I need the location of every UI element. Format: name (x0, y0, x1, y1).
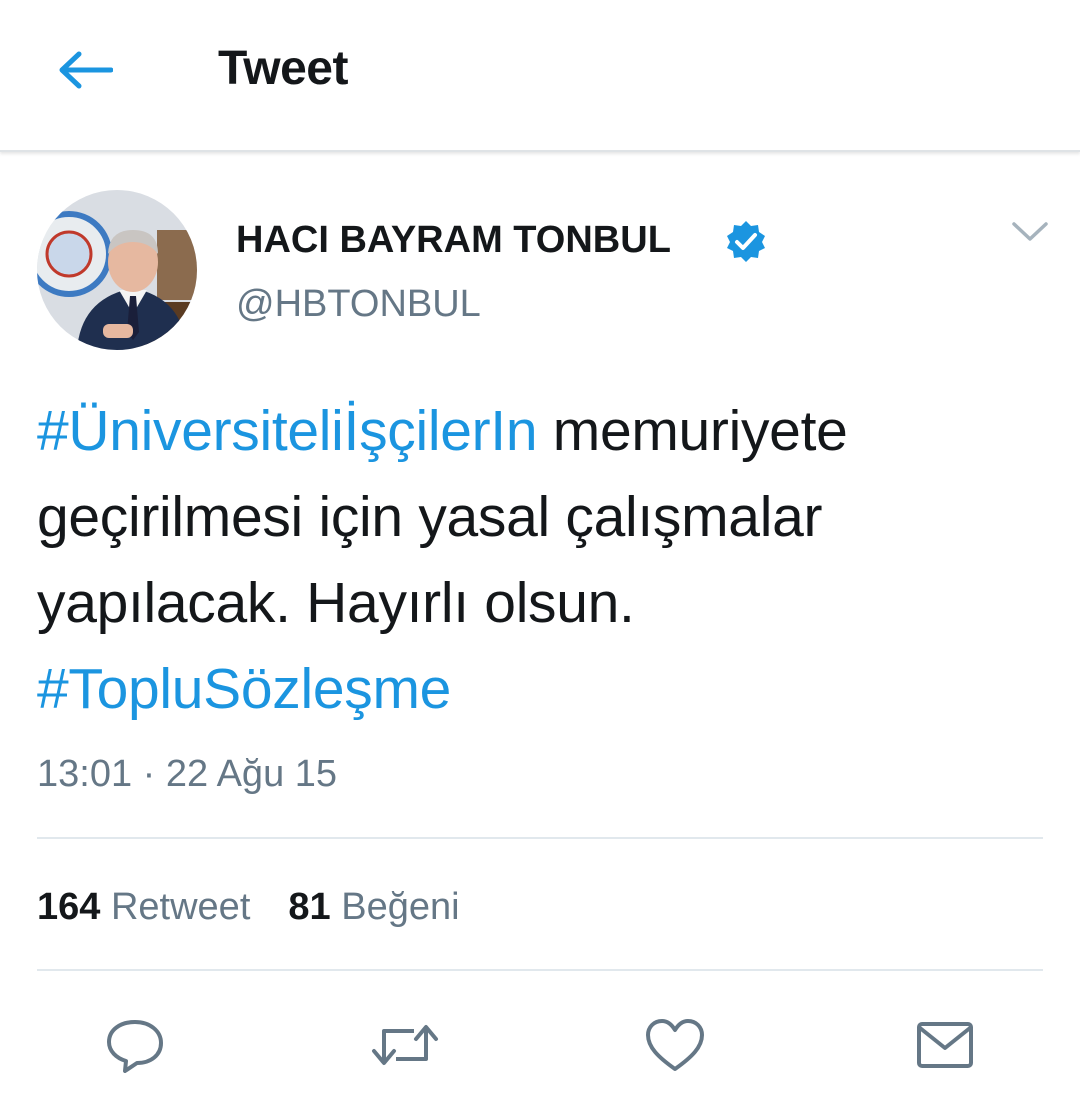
verified-badge-icon (727, 221, 765, 262)
chevron-down-icon[interactable] (1008, 212, 1052, 252)
reply-button[interactable] (100, 1012, 170, 1078)
back-button[interactable] (52, 40, 118, 100)
tweet-detail-page: Tweet HACI BAYRAM TONBUL @HBTONBUL #Üniv… (0, 0, 1080, 1117)
author-handle[interactable]: @HBTONBUL (236, 280, 481, 328)
retweet-count-link[interactable]: 164 Retweet (37, 882, 250, 932)
retweet-label: Retweet (110, 886, 251, 928)
engagement-stats: 164 Retweet 81 Beğeni (37, 882, 460, 932)
divider (37, 969, 1043, 971)
message-icon (917, 1022, 973, 1068)
divider (37, 837, 1043, 839)
direct-message-button[interactable] (910, 1012, 980, 1078)
avatar[interactable] (37, 190, 197, 350)
author-name[interactable]: HACI BAYRAM TONBUL (236, 216, 671, 264)
tweet-text: #ÜniversiteliİşçilerIn memuriyete geçiri… (37, 388, 1047, 732)
like-count: 81 (288, 886, 331, 928)
top-app-bar: Tweet (0, 0, 1080, 152)
like-label: Beğeni (341, 886, 460, 928)
tweet-timestamp[interactable]: 13:01 · 22 Ağu 15 (37, 750, 337, 798)
like-icon (646, 1019, 704, 1071)
retweet-button[interactable] (370, 1012, 440, 1078)
like-count-link[interactable]: 81 Beğeni (288, 882, 459, 932)
reply-icon (107, 1020, 163, 1073)
profile-photo (37, 190, 197, 350)
retweet-count: 164 (37, 886, 101, 928)
hashtag-link[interactable]: #TopluSözleşme (37, 657, 451, 721)
retweet-icon (372, 1025, 438, 1065)
arrow-left-icon (59, 51, 113, 89)
hashtag-link[interactable]: #ÜniversiteliİşçilerIn (37, 399, 538, 463)
page-title: Tweet (218, 42, 348, 95)
like-button[interactable] (640, 1012, 710, 1078)
